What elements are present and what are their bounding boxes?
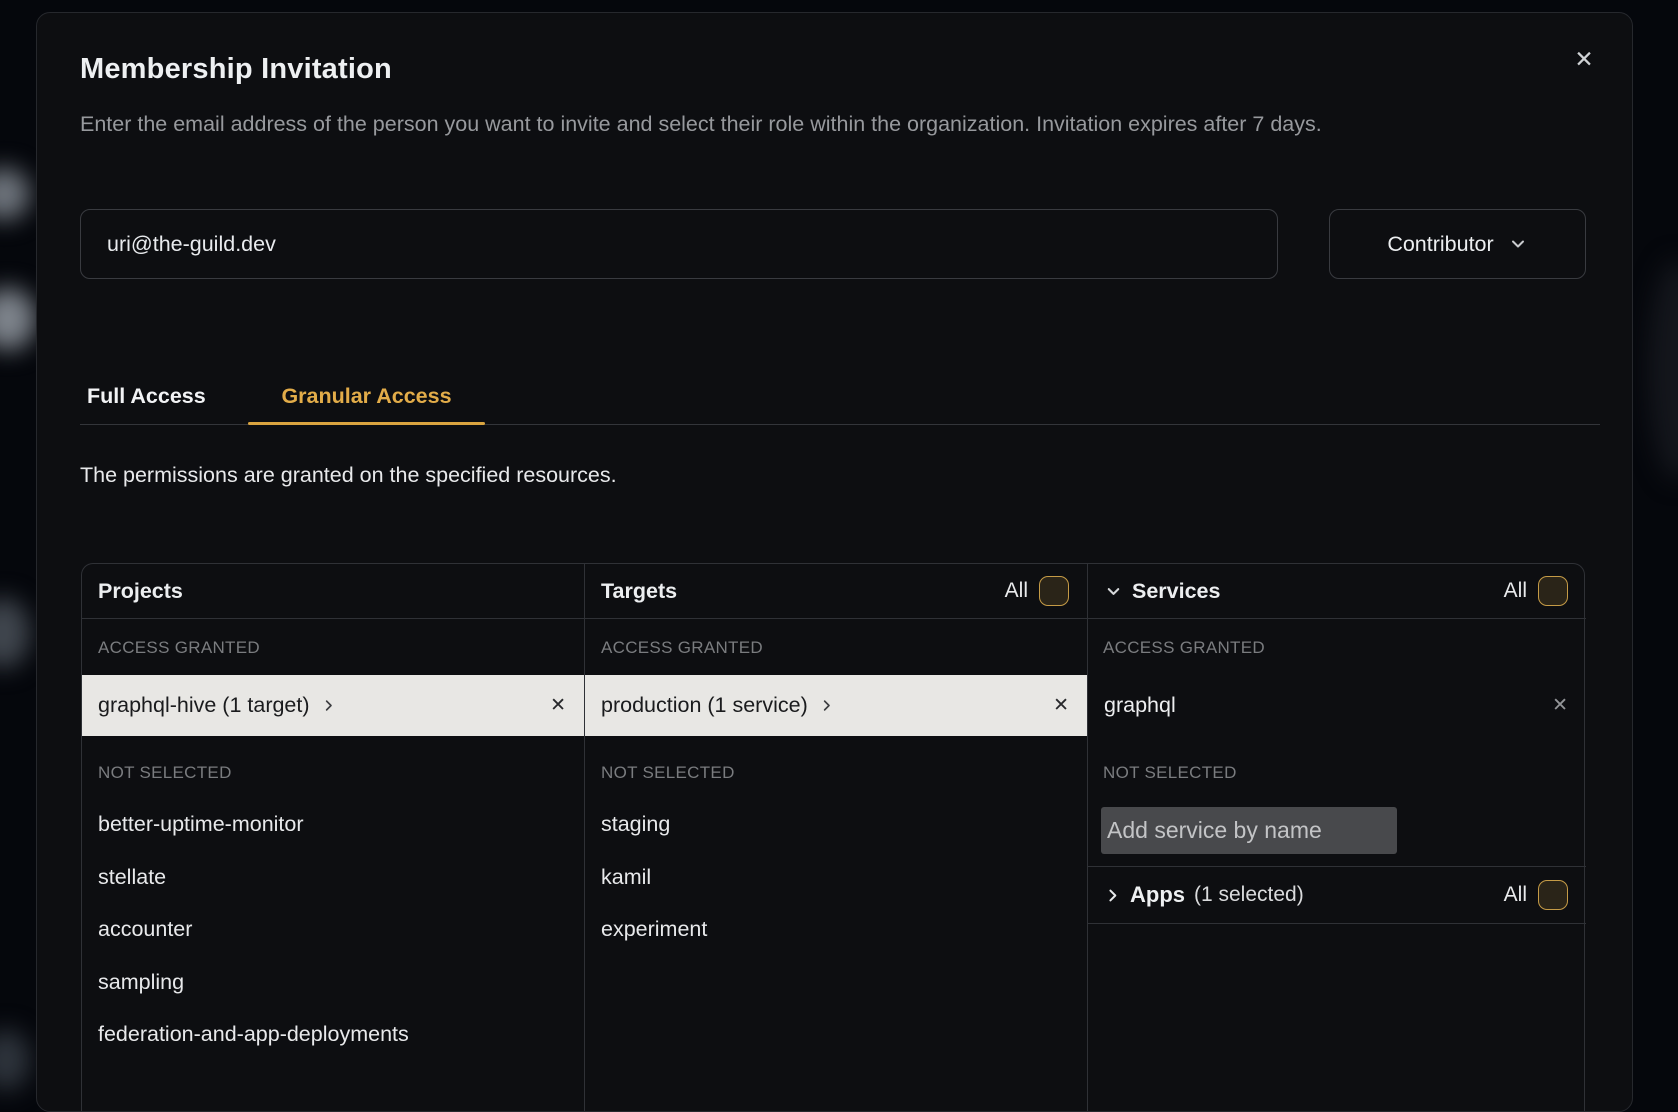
targets-not-selected-label: NOT SELECTED — [601, 763, 735, 783]
granted-project-label: graphql-hive (1 target) — [98, 693, 310, 718]
tab-full-access[interactable]: Full Access — [87, 384, 206, 409]
header-divider — [82, 618, 1586, 619]
active-tab-underline — [248, 422, 485, 425]
projects-column-header: Projects — [82, 564, 584, 618]
background-blur-shape — [0, 168, 30, 220]
targets-column-header: Targets All — [585, 564, 1087, 618]
remove-service-icon[interactable]: ✕ — [1552, 696, 1568, 715]
remove-target-icon[interactable]: ✕ — [1053, 696, 1069, 715]
project-item[interactable]: accounter — [98, 916, 192, 942]
apps-divider-bottom — [1088, 923, 1586, 924]
chevron-right-icon — [1104, 887, 1121, 904]
services-access-granted-label: ACCESS GRANTED — [1103, 638, 1265, 658]
services-not-selected-label: NOT SELECTED — [1103, 763, 1237, 783]
target-item[interactable]: kamil — [601, 864, 651, 890]
resources-table: Projects Targets All Services All ACCESS… — [81, 563, 1585, 1112]
column-divider — [1087, 564, 1088, 1112]
background-blur-shape — [0, 288, 36, 350]
permissions-note: The permissions are granted on the speci… — [80, 463, 617, 488]
chevron-down-icon — [1508, 234, 1528, 254]
chevron-down-icon — [1104, 582, 1123, 601]
background-blur-shape — [0, 1030, 30, 1090]
email-input[interactable] — [80, 209, 1278, 279]
projects-header-label: Projects — [98, 579, 183, 604]
background-blur-shape — [1648, 260, 1678, 480]
dialog-title: Membership Invitation — [80, 53, 392, 86]
background-blur-shape — [0, 598, 30, 668]
targets-access-granted-label: ACCESS GRANTED — [601, 638, 763, 658]
granted-service-label: graphql — [1104, 693, 1176, 718]
apps-all-checkbox[interactable] — [1538, 880, 1568, 910]
apps-section-row[interactable]: Apps (1 selected) All — [1088, 867, 1586, 923]
services-header-label: Services — [1132, 579, 1220, 604]
services-all-label: All — [1504, 579, 1527, 603]
targets-all-checkbox[interactable] — [1039, 576, 1069, 606]
apps-selected-count: (1 selected) — [1194, 883, 1304, 907]
target-item[interactable]: experiment — [601, 916, 707, 942]
granted-target-row[interactable]: production (1 service) ✕ — [585, 675, 1087, 736]
role-select[interactable]: Contributor — [1329, 209, 1586, 279]
close-icon[interactable]: ✕ — [1569, 44, 1599, 74]
targets-header-label: Targets — [601, 579, 677, 604]
dialog-description: Enter the email address of the person yo… — [80, 107, 1515, 142]
granted-project-row[interactable]: graphql-hive (1 target) ✕ — [82, 675, 584, 736]
projects-not-selected-label: NOT SELECTED — [98, 763, 232, 783]
project-item[interactable]: federation-and-app-deployments — [98, 1021, 409, 1047]
column-divider — [584, 564, 585, 1112]
services-all-checkbox[interactable] — [1538, 576, 1568, 606]
target-item[interactable]: staging — [601, 811, 670, 837]
project-item[interactable]: stellate — [98, 864, 166, 890]
chevron-right-icon — [819, 698, 834, 713]
granted-target-label: production (1 service) — [601, 693, 808, 718]
membership-invitation-dialog: ✕ Membership Invitation Enter the email … — [36, 12, 1633, 1112]
apps-all-label: All — [1504, 883, 1527, 907]
services-column-header: Services All — [1088, 564, 1586, 618]
project-item[interactable]: sampling — [98, 969, 184, 995]
targets-all-label: All — [1005, 579, 1028, 603]
project-item[interactable]: better-uptime-monitor — [98, 811, 304, 837]
apps-label: Apps — [1130, 882, 1185, 908]
add-service-input[interactable] — [1101, 807, 1397, 854]
chevron-right-icon — [321, 698, 336, 713]
projects-access-granted-label: ACCESS GRANTED — [98, 638, 260, 658]
services-header-toggle[interactable]: Services — [1104, 579, 1220, 604]
remove-project-icon[interactable]: ✕ — [550, 696, 566, 715]
granted-service-row[interactable]: graphql ✕ — [1088, 675, 1586, 736]
role-select-value: Contributor — [1387, 232, 1493, 257]
tab-granular-access[interactable]: Granular Access — [248, 384, 485, 409]
